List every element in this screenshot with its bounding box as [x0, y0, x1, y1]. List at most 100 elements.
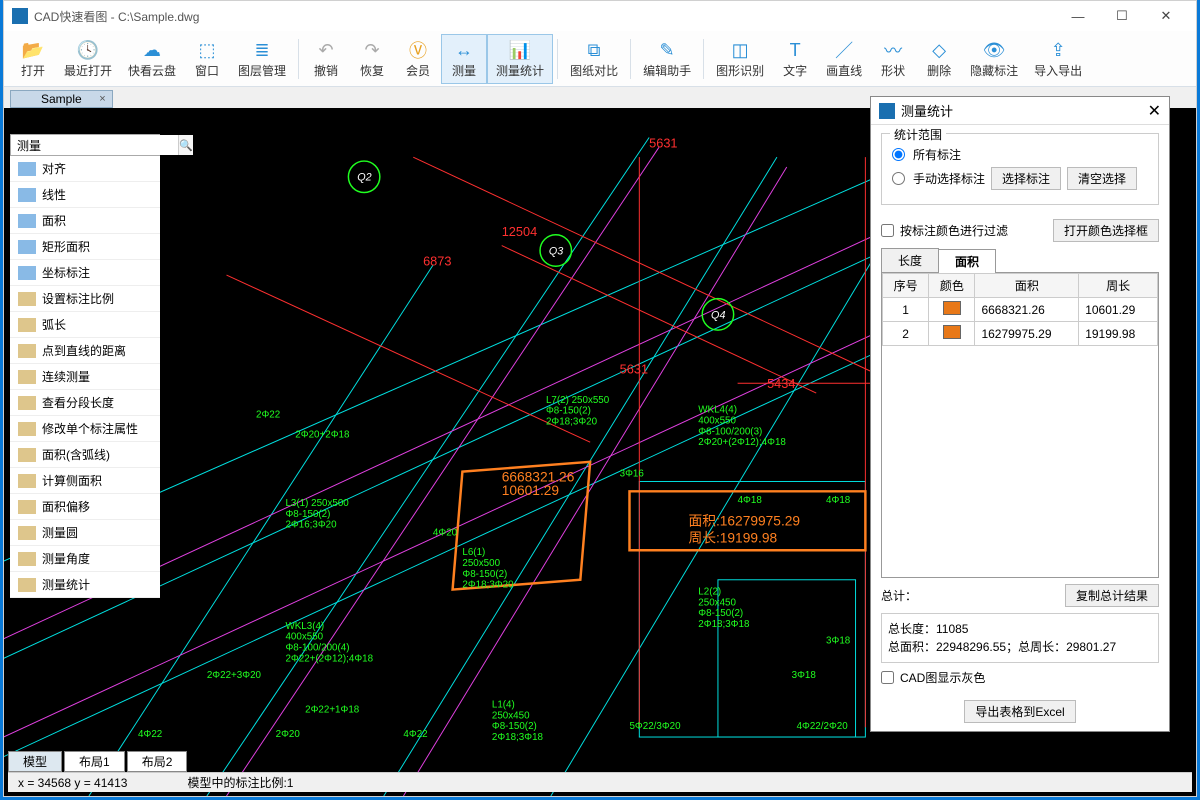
text-icon: T: [783, 38, 807, 62]
sidebar-item-4[interactable]: 坐标标注: [10, 260, 160, 286]
sidebar-item-6[interactable]: 弧长: [10, 312, 160, 338]
sidebar-search-button[interactable]: 🔍: [178, 135, 193, 155]
shape-icon: 〰: [881, 38, 905, 62]
toolbar-layers-button[interactable]: ≣图层管理: [230, 34, 294, 84]
radio-manual-select[interactable]: [892, 172, 905, 185]
toolbar-label: 恢复: [360, 62, 384, 79]
toolbar-label: 导入导出: [1034, 62, 1082, 79]
sidebar-item-10[interactable]: 修改单个标注属性: [10, 416, 160, 442]
layout-tabs: 模型布局1布局2: [8, 751, 187, 772]
svg-text:4Φ22: 4Φ22: [138, 729, 162, 740]
svg-text:250x500: 250x500: [462, 558, 500, 569]
toolbar-open-button[interactable]: 📂打开: [10, 34, 56, 84]
toolbar-recent-button[interactable]: 🕓最近打开: [56, 34, 120, 84]
clear-selection-button[interactable]: 清空选择: [1067, 167, 1137, 190]
toolbar-text-button[interactable]: T文字: [772, 34, 818, 84]
sidebar-item-12[interactable]: 计算侧面积: [10, 468, 160, 494]
sidebar-item-label: 坐标标注: [42, 264, 90, 281]
panel-close-button[interactable]: ✕: [1148, 101, 1161, 121]
toolbar-undo-button[interactable]: ↶撤销: [303, 34, 349, 84]
layout-tab-1[interactable]: 布局1: [64, 751, 125, 772]
svg-text:2Φ22+(2Φ12);4Φ18: 2Φ22+(2Φ12);4Φ18: [285, 653, 373, 664]
gray-cad-checkbox[interactable]: [881, 671, 894, 684]
svg-text:4Φ20: 4Φ20: [433, 528, 458, 539]
toolbar-redo-button[interactable]: ↷恢复: [349, 34, 395, 84]
sidebar-item-icon: [18, 266, 36, 280]
sidebar-item-label: 弧长: [42, 316, 66, 333]
radio-all-label: 所有标注: [913, 146, 961, 163]
toolbar-line-button[interactable]: ／画直线: [818, 34, 870, 84]
table-header: 序号: [883, 274, 929, 298]
sidebar-item-icon: [18, 292, 36, 306]
sidebar-item-icon: [18, 526, 36, 540]
table-row[interactable]: 16668321.2610601.29: [883, 298, 1158, 322]
open-icon: 📂: [21, 38, 45, 62]
sidebar-item-icon: [18, 552, 36, 566]
color-filter-checkbox[interactable]: [881, 224, 894, 237]
sidebar-item-14[interactable]: 测量圆: [10, 520, 160, 546]
select-annotations-button[interactable]: 选择标注: [991, 167, 1061, 190]
minimize-button[interactable]: —: [1056, 2, 1100, 30]
sidebar-item-13[interactable]: 面积偏移: [10, 494, 160, 520]
svg-text:Φ8-100/200(4): Φ8-100/200(4): [285, 643, 349, 654]
svg-text:2Φ18;3Φ20: 2Φ18;3Φ20: [546, 416, 598, 427]
total-label: 总计：: [881, 587, 917, 604]
copy-total-button[interactable]: 复制总计结果: [1065, 584, 1159, 607]
svg-text:5631: 5631: [649, 135, 677, 150]
panel-title-text: 测量统计: [901, 101, 953, 120]
tab-area[interactable]: 面积: [938, 249, 996, 273]
panel-titlebar: 测量统计 ✕: [871, 97, 1169, 125]
radio-all-annotations[interactable]: [892, 148, 905, 161]
file-tab-close-icon[interactable]: ×: [99, 93, 105, 105]
export-excel-button[interactable]: 导出表格到Excel: [964, 700, 1075, 723]
hide-annot-icon: 👁: [982, 38, 1006, 62]
toolbar-measure-button[interactable]: ↔测量: [441, 34, 487, 84]
sidebar-item-15[interactable]: 测量角度: [10, 546, 160, 572]
toolbar-measure-stats-button[interactable]: 📊测量统计: [487, 34, 553, 84]
tab-length[interactable]: 长度: [881, 248, 939, 272]
sidebar-item-16[interactable]: 测量统计: [10, 572, 160, 598]
svg-text:2Φ18;3Φ20: 2Φ18;3Φ20: [462, 580, 514, 591]
toolbar-editor-button[interactable]: ✎编辑助手: [635, 34, 699, 84]
svg-text:Φ8-100/200(3): Φ8-100/200(3): [698, 426, 762, 437]
maximize-button[interactable]: ☐: [1100, 2, 1144, 30]
layers-icon: ≣: [250, 38, 274, 62]
svg-text:Φ8-150(2): Φ8-150(2): [492, 721, 537, 732]
toolbar-recognize-button[interactable]: ◫图形识别: [708, 34, 772, 84]
layout-tab-0[interactable]: 模型: [8, 751, 62, 772]
toolbar-label: 编辑助手: [643, 62, 691, 79]
sidebar-item-icon: [18, 188, 36, 202]
toolbar-compare-button[interactable]: ⧉图纸对比: [562, 34, 626, 84]
sidebar-item-11[interactable]: 面积(含弧线): [10, 442, 160, 468]
sidebar-item-9[interactable]: 查看分段长度: [10, 390, 160, 416]
redo-icon: ↷: [360, 38, 384, 62]
toolbar-delete-button[interactable]: ◇删除: [916, 34, 962, 84]
sidebar-item-icon: [18, 370, 36, 384]
sidebar-item-label: 矩形面积: [42, 238, 90, 255]
toolbar-window-button[interactable]: ⬚窗口: [184, 34, 230, 84]
toolbar-cloud-button[interactable]: ☁快看云盘: [120, 34, 184, 84]
toolbar-separator: [557, 39, 558, 79]
open-color-picker-button[interactable]: 打开颜色选择框: [1053, 219, 1159, 242]
sidebar-item-5[interactable]: 设置标注比例: [10, 286, 160, 312]
sidebar-item-7[interactable]: 点到直线的距离: [10, 338, 160, 364]
close-button[interactable]: ✕: [1144, 2, 1188, 30]
total-length: 总长度：11085: [888, 620, 1152, 638]
sidebar-item-8[interactable]: 连续测量: [10, 364, 160, 390]
sidebar-item-1[interactable]: 线性: [10, 182, 160, 208]
layout-tab-2[interactable]: 布局2: [127, 751, 188, 772]
sidebar-search-input[interactable]: [11, 135, 178, 155]
sidebar-item-2[interactable]: 面积: [10, 208, 160, 234]
toolbar-vip-button[interactable]: Ⓥ会员: [395, 34, 441, 84]
svg-text:2Φ18;3Φ18: 2Φ18;3Φ18: [698, 619, 750, 630]
table-header: 面积: [975, 274, 1079, 298]
svg-text:2Φ22+3Φ20: 2Φ22+3Φ20: [207, 670, 262, 681]
svg-text:L6(1): L6(1): [462, 547, 485, 558]
toolbar-import-export-button[interactable]: ⇪导入导出: [1026, 34, 1090, 84]
file-tab[interactable]: Sample ×: [10, 90, 113, 108]
sidebar-item-0[interactable]: 对齐: [10, 156, 160, 182]
toolbar-shape-button[interactable]: 〰形状: [870, 34, 916, 84]
toolbar-hide-annot-button[interactable]: 👁隐藏标注: [962, 34, 1026, 84]
sidebar-item-3[interactable]: 矩形面积: [10, 234, 160, 260]
table-row[interactable]: 216279975.2919199.98: [883, 322, 1158, 346]
